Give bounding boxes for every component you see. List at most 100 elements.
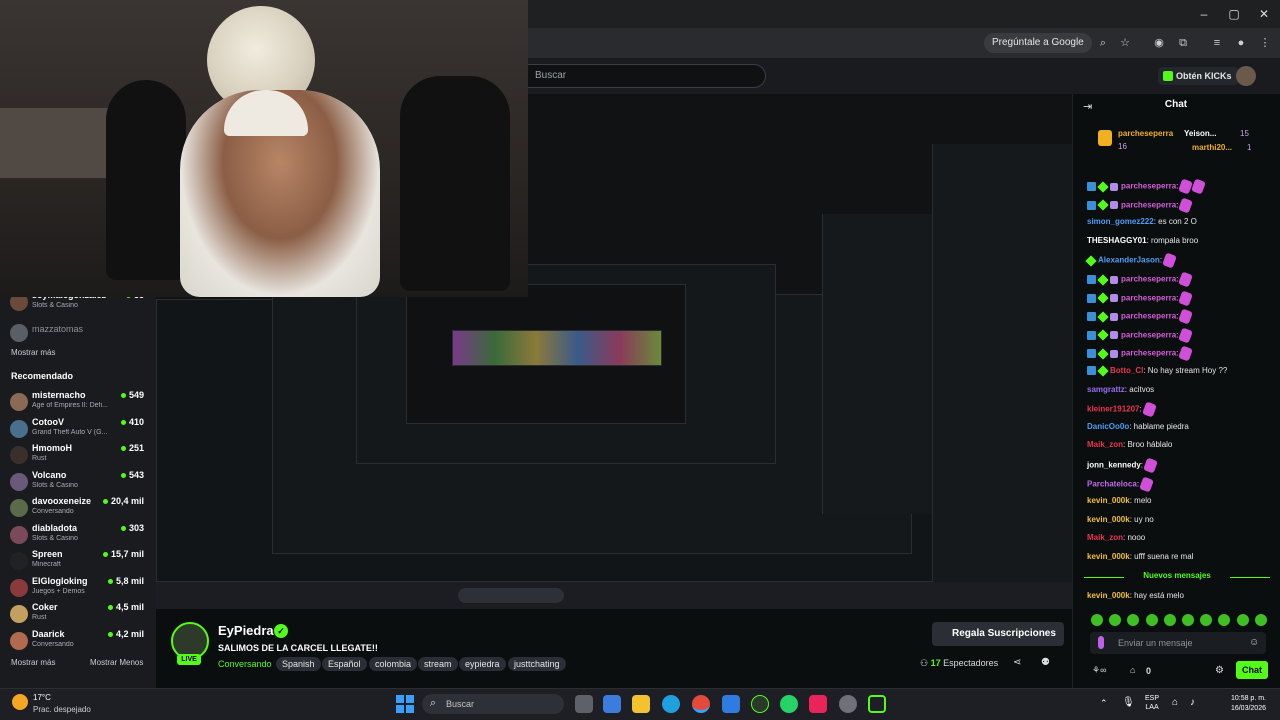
tray-mic-icon[interactable]: 🎙︎ — [1122, 697, 1135, 708]
extension-icon[interactable]: ◉ — [1150, 34, 1168, 52]
start-button[interactable] — [396, 695, 414, 713]
sidebar-item-misternacho[interactable]: misternacho Age of Empires II: Defi... 549 — [8, 390, 148, 416]
chat-username[interactable]: Parchateloca — [1087, 479, 1137, 488]
streamer-name[interactable]: EyPiedra — [218, 623, 274, 638]
media-icon[interactable]: ≡ — [1208, 34, 1226, 52]
quick-emote-icon[interactable] — [1145, 614, 1158, 626]
leader-name[interactable]: parcheseperra — [1118, 129, 1173, 138]
obs-icon[interactable] — [839, 695, 857, 713]
show-more-link[interactable]: Mostrar más — [11, 348, 55, 357]
quick-emote-icon[interactable] — [1182, 614, 1194, 626]
sidebar-item-volcano[interactable]: Volcano Slots & Casino 543 — [8, 470, 148, 496]
sidebar-item-davooxeneize[interactable]: davooxeneize Conversando 20,4 mil — [8, 496, 148, 522]
quick-emote-icon[interactable] — [1163, 614, 1176, 626]
stream-tag[interactable]: Spanish — [276, 657, 321, 671]
zoom-icon[interactable]: ⌕ — [1094, 34, 1112, 52]
profile-icon[interactable]: ● — [1232, 34, 1250, 52]
gift-subs-button[interactable]: Regala Suscripciones — [932, 622, 1064, 646]
show-less-link[interactable]: Mostrar Menos — [90, 658, 143, 667]
tiktok-icon[interactable] — [809, 695, 827, 713]
chat-username[interactable]: Maik_zon — [1087, 533, 1123, 542]
chat-username[interactable]: Botto_Cl — [1110, 366, 1143, 375]
show-more-recommended-link[interactable]: Mostrar más — [11, 658, 55, 667]
chat-username[interactable]: DanicOo0o — [1087, 422, 1129, 431]
stream-tag[interactable]: eypiedra — [459, 657, 506, 671]
chat-username[interactable]: simon_gomez222 — [1087, 217, 1154, 226]
network-icon[interactable]: ⌂ — [1172, 697, 1178, 708]
sidebar-item-spreen[interactable]: Spreen Minecraft 15,7 mil — [8, 549, 148, 575]
sidebar-item-elglogloking[interactable]: ElGlogloking Juegos + Demos 5,8 mil — [8, 576, 148, 602]
chat-username[interactable]: samgrattz — [1087, 385, 1125, 394]
whatsapp-icon[interactable] — [780, 695, 798, 713]
share-icon[interactable]: ⋖ — [1013, 657, 1021, 668]
sidebar-item-hmomoh[interactable]: HmomoH Rust 251 — [8, 443, 148, 469]
user-avatar[interactable] — [1236, 66, 1256, 86]
weather-desc[interactable]: Prac. despejado — [33, 705, 91, 714]
gift-icon[interactable]: ⌂ — [1130, 665, 1135, 675]
follow-icon[interactable]: ⚉ — [1041, 657, 1050, 668]
sidebar-item-diabladota[interactable]: diabladota Slots & Casino 303 — [8, 523, 148, 549]
kick-app-icon[interactable] — [868, 695, 886, 713]
stream-tag[interactable]: colombia — [369, 657, 418, 671]
sidebar-item-offline[interactable]: mazzatomas — [8, 321, 148, 347]
chrome-icon[interactable] — [692, 695, 710, 713]
drive-icon[interactable] — [722, 695, 740, 713]
maximize-icon[interactable]: ▢ — [1226, 6, 1242, 22]
clock[interactable]: 10:58 p. m. 16/03/2026 — [1212, 694, 1266, 714]
chat-username[interactable]: parcheseperra — [1121, 182, 1176, 191]
mic-icon[interactable] — [1098, 636, 1104, 649]
chat-username[interactable]: kleiner191207 — [1087, 405, 1140, 414]
chat-username[interactable]: jonn_kennedy — [1087, 461, 1141, 470]
taskbar-search-input[interactable]: Buscar — [422, 694, 564, 714]
edge-icon[interactable] — [662, 695, 680, 713]
chat-username[interactable]: parcheseperra — [1121, 200, 1176, 209]
chat-username[interactable]: Maik_zon — [1087, 440, 1123, 449]
stream-tag[interactable]: Español — [322, 657, 367, 671]
puzzle-icon[interactable]: ⧉ — [1174, 34, 1192, 52]
leader-name[interactable]: marthi20... — [1192, 143, 1232, 152]
emoji-icon[interactable]: ☺ — [1249, 637, 1259, 648]
input-language[interactable]: ESP LAA — [1145, 694, 1159, 712]
weather-icon[interactable] — [12, 694, 28, 710]
chat-username[interactable]: kevin_000k — [1087, 552, 1130, 561]
weather-temp[interactable]: 17°C — [33, 693, 51, 702]
chat-username[interactable]: kevin_000k — [1087, 515, 1130, 524]
chat-username[interactable]: parcheseperra — [1121, 293, 1176, 302]
folder-icon[interactable] — [632, 695, 650, 713]
stream-tag[interactable]: justtchating — [508, 657, 566, 671]
quick-emote-icon[interactable] — [1236, 614, 1249, 626]
upwork-icon[interactable] — [751, 695, 769, 713]
chat-send-button[interactable]: Chat — [1236, 661, 1268, 679]
chat-username[interactable]: parcheseperra — [1121, 349, 1176, 358]
task-view-icon[interactable] — [575, 695, 593, 713]
quick-emote-icon[interactable] — [1091, 614, 1103, 626]
points-icon[interactable]: ⚘∞ — [1092, 665, 1106, 676]
new-messages-divider[interactable]: Nuevos mensajes — [1084, 571, 1270, 583]
close-icon[interactable]: ✕ — [1256, 6, 1272, 22]
search-input[interactable]: Buscar — [512, 64, 766, 88]
stream-tag[interactable]: stream — [418, 657, 458, 671]
ask-google-button[interactable]: Pregúntale a Google — [984, 33, 1092, 53]
menu-icon[interactable]: ⋮ — [1256, 34, 1274, 52]
stream-category[interactable]: Conversando — [218, 659, 272, 669]
quick-emote-icon[interactable] — [1254, 614, 1267, 626]
chat-username[interactable]: kevin_000k — [1087, 496, 1130, 505]
chat-username[interactable]: parcheseperra — [1121, 330, 1176, 339]
store-icon[interactable] — [603, 695, 621, 713]
sidebar-item-coker[interactable]: Coker Rust 4,5 mil — [8, 602, 148, 628]
volume-icon[interactable]: ♪ — [1190, 697, 1195, 708]
chat-settings-icon[interactable]: ⚙ — [1215, 665, 1224, 676]
chat-username[interactable]: parcheseperra — [1121, 275, 1176, 284]
sidebar-item-cotoov[interactable]: CotooV Grand Theft Auto V (G... 410 — [8, 417, 148, 443]
tray-chevron-icon[interactable]: ⌃ — [1100, 698, 1108, 709]
leader-name[interactable]: Yeison... — [1184, 129, 1216, 138]
chat-username[interactable]: parcheseperra — [1121, 312, 1176, 321]
get-kicks-button[interactable]: Obtén KICKs — [1158, 67, 1238, 85]
chat-username[interactable]: kevin_000k — [1087, 591, 1130, 600]
chat-username[interactable]: AlexanderJason — [1098, 256, 1160, 265]
bookmark-star-icon[interactable]: ☆ — [1116, 34, 1134, 52]
minimize-icon[interactable]: – — [1196, 6, 1212, 22]
chat-input[interactable]: Enviar un mensaje — [1090, 632, 1266, 654]
chat-username[interactable]: THESHAGGY01 — [1087, 236, 1147, 245]
sidebar-item-daarick[interactable]: Daarick Conversando 4,2 mil — [8, 629, 148, 655]
